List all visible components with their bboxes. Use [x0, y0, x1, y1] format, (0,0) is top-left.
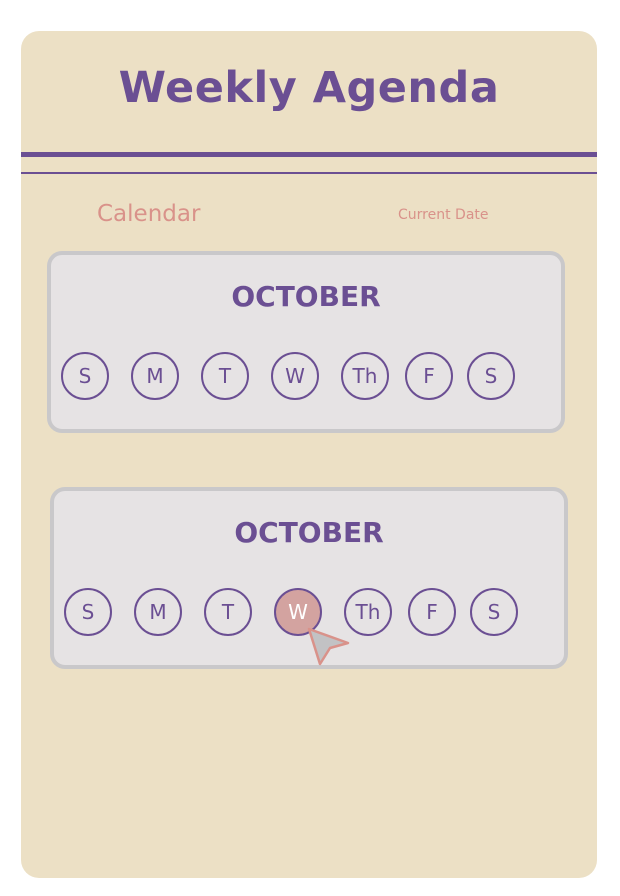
- month-name: OCTOBER: [234, 516, 384, 549]
- day-button-saturday[interactable]: S: [470, 588, 518, 636]
- day-button-sunday[interactable]: S: [64, 588, 112, 636]
- day-button-wednesday-selected[interactable]: W: [274, 588, 322, 636]
- day-button-monday[interactable]: M: [131, 352, 179, 400]
- agenda-card: Weekly Agenda Calendar Current Date OCTO…: [21, 31, 597, 878]
- page-title: Weekly Agenda: [118, 63, 500, 113]
- current-date-label: Current Date: [398, 207, 489, 223]
- day-button-monday[interactable]: M: [134, 588, 182, 636]
- day-button-sunday[interactable]: S: [61, 352, 109, 400]
- day-button-friday[interactable]: F: [408, 588, 456, 636]
- month-panel-2: OCTOBER S M T W Th F S: [50, 487, 568, 669]
- day-button-saturday[interactable]: S: [467, 352, 515, 400]
- day-button-friday[interactable]: F: [405, 352, 453, 400]
- day-button-tuesday[interactable]: T: [204, 588, 252, 636]
- header-divider-thin: [21, 172, 597, 174]
- month-name: OCTOBER: [231, 280, 381, 313]
- month-panel-1: OCTOBER S M T W Th F S: [47, 251, 565, 433]
- calendar-label: Calendar: [97, 201, 201, 227]
- day-button-wednesday[interactable]: W: [271, 352, 319, 400]
- header-divider-thick: [21, 152, 597, 157]
- day-button-tuesday[interactable]: T: [201, 352, 249, 400]
- day-button-thursday[interactable]: Th: [344, 588, 392, 636]
- day-button-thursday[interactable]: Th: [341, 352, 389, 400]
